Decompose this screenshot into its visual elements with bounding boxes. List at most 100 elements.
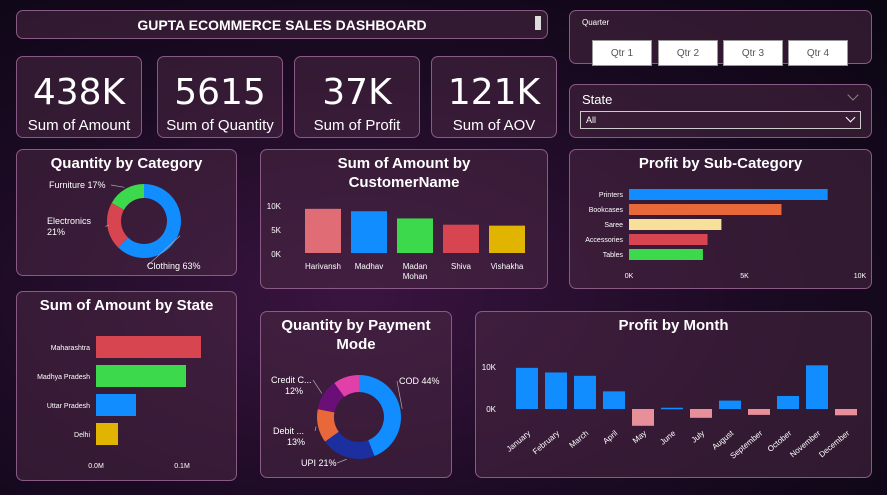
kpi-label: Sum of Profit [313,117,401,134]
y-tick-label: 5K [271,226,281,235]
amount-by-customer-chart: Sum of Amount by CustomerName 10K 5K 0K Har… [260,149,548,289]
bar-accessories [629,234,708,245]
data-label: Electronics [47,216,92,226]
customer-bar-svg: 10K 5K 0K Harivansh Madhav MadanMohan Shiva Vis… [267,202,525,281]
bar-february [545,372,567,409]
kpi-value: 5615 [174,72,266,113]
kpi-value: 37K [322,72,392,113]
bar-shiva [443,224,479,253]
quantity-by-category-chart: Quantity by Category Clothing 63% Electro… [16,149,237,276]
quarter-slicer-label: Quarter [582,18,610,27]
kpi-value: 121K [447,72,541,113]
y-tick-label: 0K [486,405,496,414]
data-label: COD 44% [399,376,440,386]
y-tick-label: Printers [599,192,624,199]
y-tick-label: Tables [603,252,624,259]
y-tick-label: 10K [482,363,497,372]
bar-madan-mohan [397,218,433,253]
bar-january [516,367,538,409]
data-label: Credit C... [271,375,312,385]
quarter-slicer: Quarter Qtr 1 Qtr 2 Qtr 3 Qtr 4 [569,10,872,66]
bar-october [777,395,799,409]
x-tick-label: October [766,428,794,453]
scrollbar-handle[interactable] [535,16,541,30]
x-tick-label: August [710,428,735,451]
bar-printers [629,189,828,200]
bar-harivansh [305,208,341,253]
bar-august [719,400,741,409]
x-tick-label: Mohan [403,272,427,281]
x-tick-label: June [658,428,677,446]
dashboard-title: GUPTA ECOMMERCE SALES DASHBOARD [137,17,427,33]
x-tick-label: Vishakha [491,262,524,271]
amount-by-state-chart: Sum of Amount by State Maharashtra Madhya… [16,291,237,481]
data-label: 12% [285,386,303,396]
bar-madhya-pradesh [96,365,186,387]
qtr-1-button[interactable]: Qtr 1 [592,40,652,66]
month-bar-svg: 10K 0K JanuaryFebruary March April May June Jul… [482,363,857,461]
bar-maharashtra [96,336,201,358]
bar-bookcases [629,204,782,215]
quantity-by-payment-chart: Quantity by Payment Mode COD 44% UPI 21% D… [260,311,452,478]
y-tick-label: Accessories [585,237,623,244]
data-label: Furniture 17% [49,180,106,190]
bar-tables [629,249,703,260]
header-panel: GUPTA ECOMMERCE SALES DASHBOARD [16,10,548,39]
y-tick-label: Maharashtra [51,345,90,352]
qtr-2-button[interactable]: Qtr 2 [658,40,718,66]
state-slicer-label: State [582,92,613,107]
data-label: Debit ... [273,426,304,436]
state-dropdown[interactable]: All [580,111,861,129]
y-tick-label: Delhi [74,432,90,439]
category-donut-svg: Clothing 63% Electronics21% Furniture 17% [47,180,201,271]
kpi-card-quantity: 5615 Sum of Quantity [157,56,283,138]
bar-april [603,391,625,409]
qtr-4-button[interactable]: Qtr 4 [788,40,848,66]
leader-line [110,184,125,188]
bar-december [835,409,857,416]
y-tick-label: Saree [604,222,623,229]
x-tick-label: February [531,429,561,456]
data-label: UPI 21% [301,458,337,468]
bar-may [632,409,654,426]
bar-july [690,409,712,418]
y-tick-label: Bookcases [589,207,624,214]
x-tick-label: Shiva [451,262,472,271]
y-tick-label: Uttar Pradesh [47,403,90,410]
y-tick-label: 0K [271,250,281,259]
bar-september [748,409,770,415]
bar-vishakha [489,225,525,253]
x-tick-label: April [601,429,619,446]
x-tick-label: January [505,429,533,454]
bar-november [806,365,828,409]
bar-delhi [96,423,118,445]
x-tick-label: March [567,429,590,450]
kpi-card-aov: 121K Sum of AOV [431,56,557,138]
x-tick-label: Madhav [355,262,383,271]
leader-line [312,379,323,394]
chevron-down-icon[interactable] [847,89,859,101]
x-tick-label: May [631,429,648,446]
kpi-card-amount: 438K Sum of Amount [16,56,142,138]
state-slicer: State All [569,84,872,138]
kpi-value: 438K [32,72,126,113]
x-tick-label: November [788,428,822,459]
y-tick-label: Madhya Pradesh [37,374,90,381]
profit-by-subcategory-chart: Profit by Sub-Category Printers Bookcases… [569,149,872,289]
x-tick-label: December [817,428,851,459]
qtr-3-button[interactable]: Qtr 3 [723,40,783,66]
profit-by-month-chart: Profit by Month 10K 0K January February Marc… [475,311,872,478]
kpi-label: Sum of Amount [27,117,131,134]
state-dropdown-value: All [586,115,597,125]
x-tick-label: September [729,428,765,460]
bar-madhav [351,211,387,253]
data-label: 21% [47,227,65,237]
x-tick-label: 0.0M [88,463,104,470]
dropdown-chevron-icon [845,112,856,123]
state-bar-svg: Maharashtra Madhya Pradesh Uttar Pradesh De… [37,336,201,470]
data-label: 13% [287,437,305,447]
bar-march [574,375,596,409]
x-tick-label: 0.1M [174,463,190,470]
leader-line [314,426,317,432]
kpi-card-profit: 37K Sum of Profit [294,56,420,138]
